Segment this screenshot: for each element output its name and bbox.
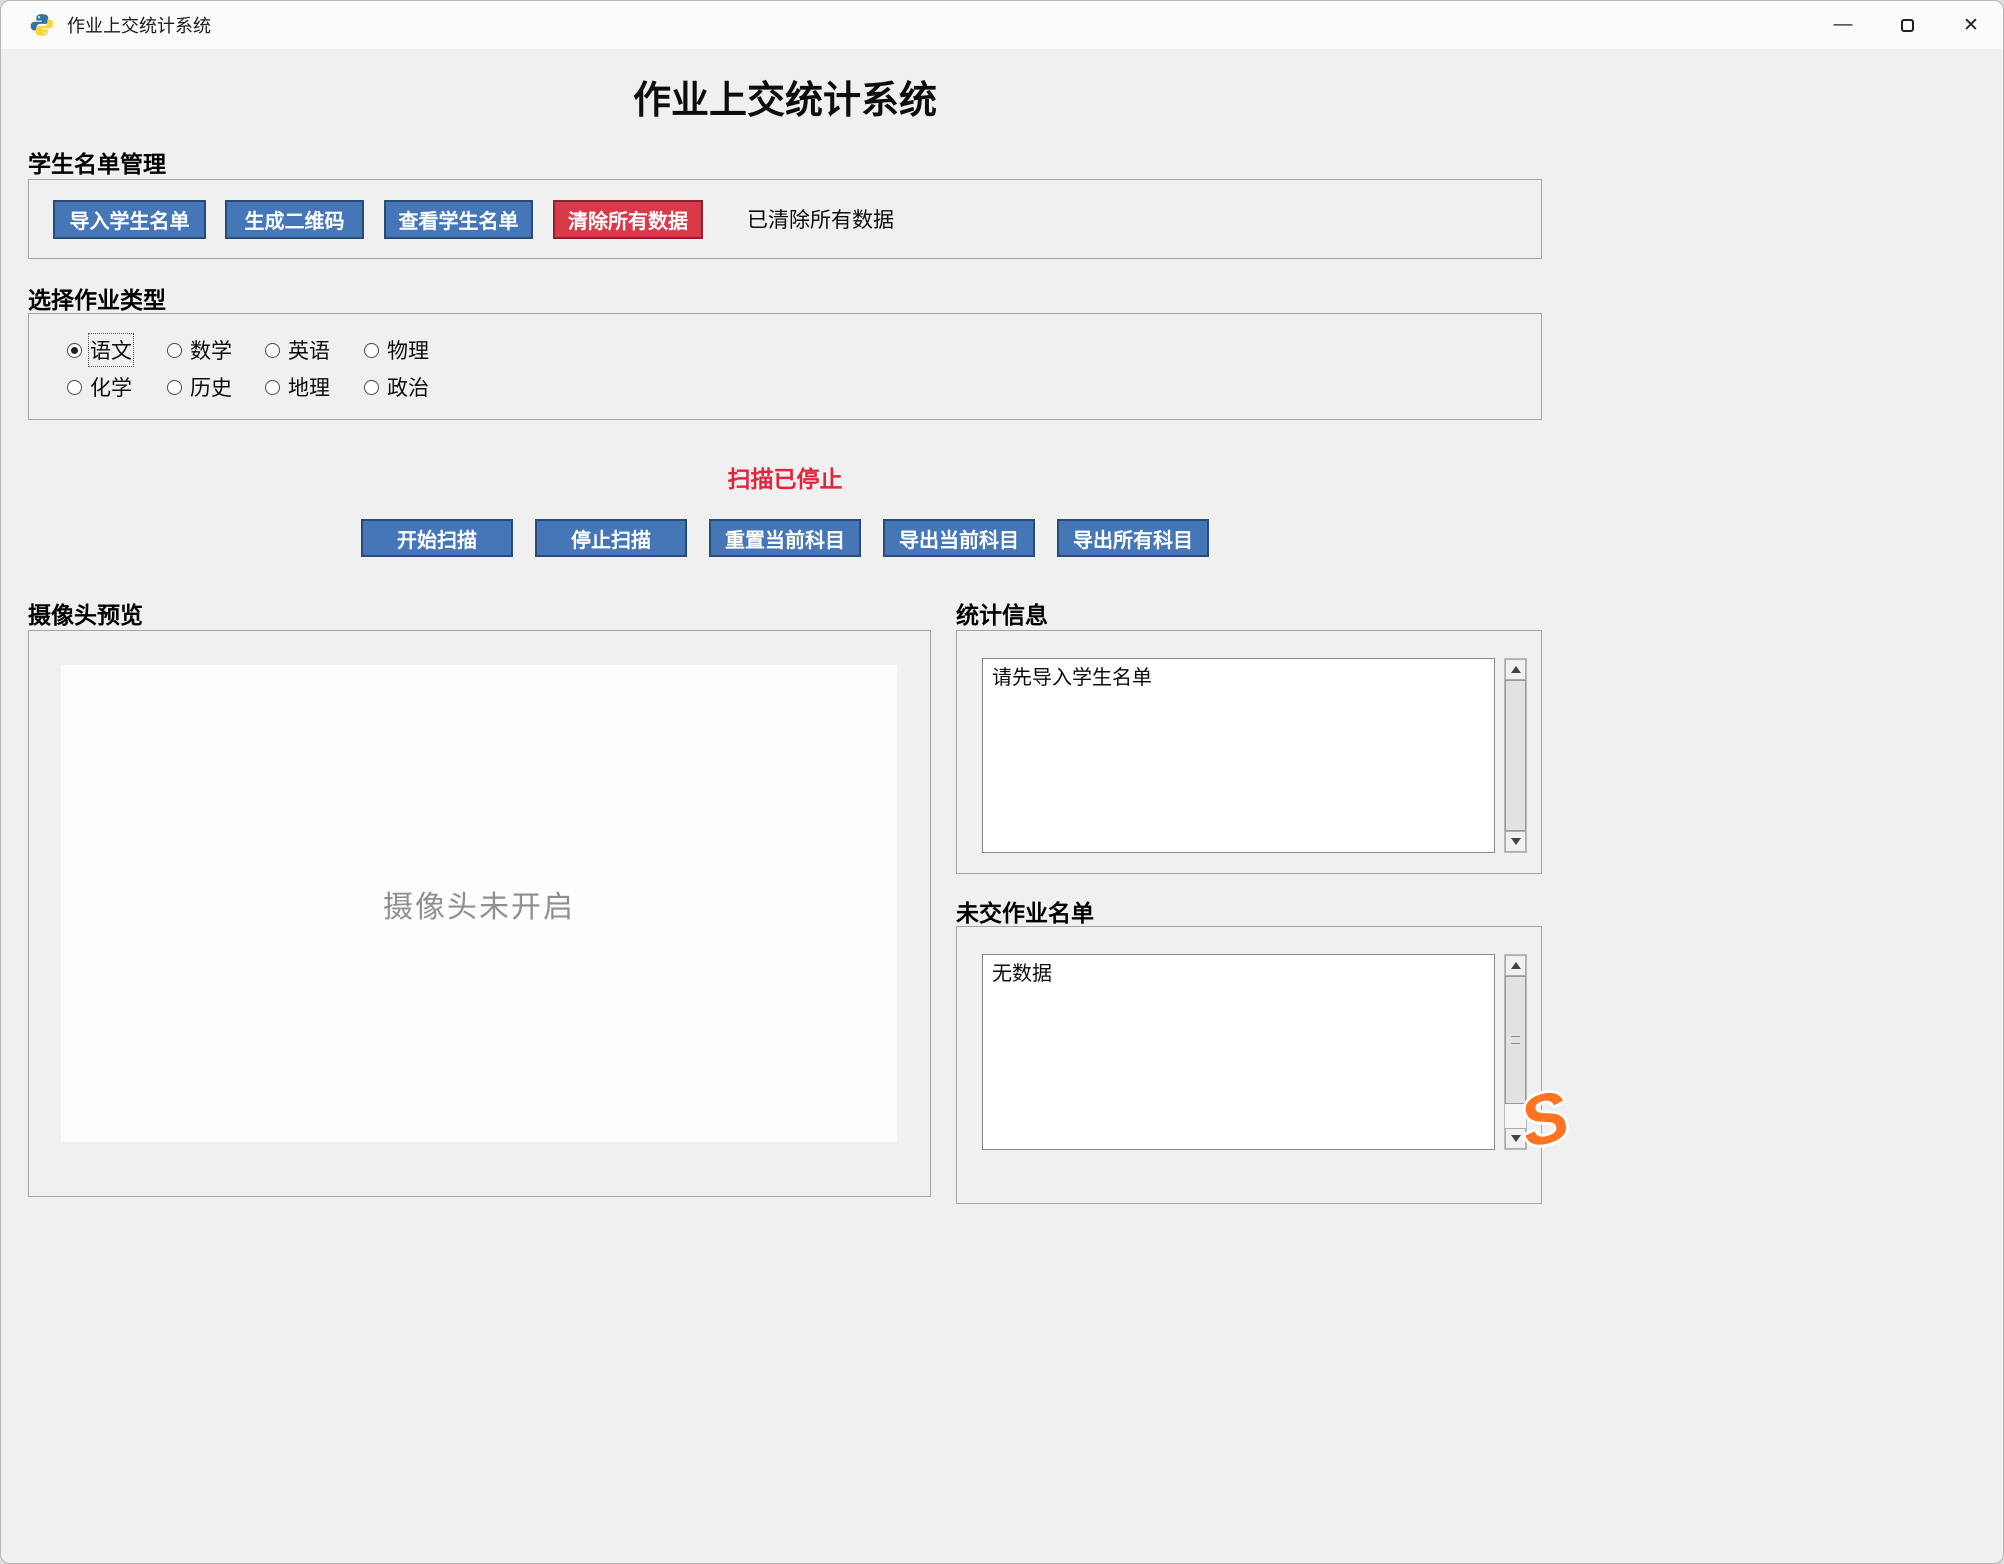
arrow-down-icon bbox=[1511, 838, 1521, 845]
stop-scan-button[interactable]: 停止扫描 bbox=[535, 519, 687, 557]
radio-label: 历史 bbox=[190, 372, 232, 402]
radio-label: 语文 bbox=[90, 335, 132, 365]
maximize-icon bbox=[1901, 19, 1914, 32]
radio-label: 化学 bbox=[90, 372, 132, 402]
radio-label: 英语 bbox=[288, 335, 330, 365]
student-section-status: 已清除所有数据 bbox=[747, 180, 894, 258]
radio-label: 政治 bbox=[387, 372, 429, 402]
titlebar: 作业上交统计系统 — ✕ bbox=[1, 1, 2003, 49]
page-title: 作业上交统计系统 bbox=[28, 69, 1542, 124]
arrow-up-icon bbox=[1511, 666, 1521, 673]
radio-circle-icon bbox=[364, 343, 379, 358]
radio-chemistry[interactable]: 化学 bbox=[67, 376, 132, 398]
radio-label: 地理 bbox=[288, 372, 330, 402]
radio-label: 数学 bbox=[190, 335, 232, 365]
app-window: 作业上交统计系统 — ✕ 作业上交统计系统 学生名单管理 导入学生名单 生成二维… bbox=[0, 0, 2004, 1564]
camera-section-box: 摄像头未开启 bbox=[28, 630, 931, 1197]
scroll-up-button[interactable] bbox=[1505, 659, 1526, 680]
type-section-label: 选择作业类型 bbox=[28, 281, 166, 315]
close-icon: ✕ bbox=[1963, 14, 1979, 37]
export-all-button[interactable]: 导出所有科目 bbox=[1057, 519, 1209, 557]
student-section-box: 导入学生名单 生成二维码 查看学生名单 清除所有数据 已清除所有数据 bbox=[28, 179, 1542, 259]
camera-preview: 摄像头未开启 bbox=[61, 665, 897, 1142]
export-subject-button[interactable]: 导出当前科目 bbox=[883, 519, 1035, 557]
camera-section-label: 摄像头预览 bbox=[28, 596, 143, 630]
radio-circle-icon bbox=[167, 343, 182, 358]
radio-circle-icon bbox=[67, 380, 82, 395]
stats-section-label: 统计信息 bbox=[956, 596, 1048, 630]
camera-placeholder-text: 摄像头未开启 bbox=[383, 882, 575, 926]
radio-circle-icon bbox=[167, 380, 182, 395]
radio-label: 物理 bbox=[387, 335, 429, 365]
view-students-button[interactable]: 查看学生名单 bbox=[384, 200, 533, 239]
radio-physics[interactable]: 物理 bbox=[364, 339, 429, 361]
scan-status: 扫描已停止 bbox=[28, 460, 1542, 494]
window-controls: — ✕ bbox=[1811, 1, 2003, 49]
python-icon bbox=[29, 12, 55, 38]
minimize-icon: — bbox=[1834, 14, 1853, 36]
radio-chinese[interactable]: 语文 bbox=[67, 339, 132, 361]
radio-history[interactable]: 历史 bbox=[167, 376, 232, 398]
type-section-box: 语文 数学 英语 物理 化学 历史 地理 政治 bbox=[28, 313, 1542, 420]
missing-section-box: 无数据 bbox=[956, 926, 1542, 1204]
window-title: 作业上交统计系统 bbox=[67, 12, 211, 38]
generate-qrcode-button[interactable]: 生成二维码 bbox=[225, 200, 364, 239]
radio-geography[interactable]: 地理 bbox=[265, 376, 330, 398]
reset-subject-button[interactable]: 重置当前科目 bbox=[709, 519, 861, 557]
scrollbar-track[interactable] bbox=[1505, 680, 1526, 831]
missing-section-label: 未交作业名单 bbox=[956, 894, 1094, 928]
minimize-button[interactable]: — bbox=[1811, 1, 1875, 49]
stats-textbox[interactable]: 请先导入学生名单 bbox=[982, 658, 1495, 853]
scroll-down-button[interactable] bbox=[1505, 831, 1526, 852]
close-button[interactable]: ✕ bbox=[1939, 1, 2003, 49]
arrow-down-icon bbox=[1511, 1135, 1521, 1142]
radio-circle-icon bbox=[67, 343, 82, 358]
stats-section-box: 请先导入学生名单 bbox=[956, 630, 1542, 874]
student-section-label: 学生名单管理 bbox=[28, 145, 166, 179]
stats-scrollbar[interactable] bbox=[1504, 658, 1527, 853]
radio-english[interactable]: 英语 bbox=[265, 339, 330, 361]
radio-circle-icon bbox=[364, 380, 379, 395]
radio-circle-icon bbox=[265, 343, 280, 358]
maximize-button[interactable] bbox=[1875, 1, 1939, 49]
arrow-up-icon bbox=[1511, 962, 1521, 969]
scroll-up-button[interactable] bbox=[1505, 955, 1526, 976]
start-scan-button[interactable]: 开始扫描 bbox=[361, 519, 513, 557]
import-students-button[interactable]: 导入学生名单 bbox=[53, 200, 206, 239]
radio-politics[interactable]: 政治 bbox=[364, 376, 429, 398]
radio-math[interactable]: 数学 bbox=[167, 339, 232, 361]
radio-circle-icon bbox=[265, 380, 280, 395]
clear-data-button[interactable]: 清除所有数据 bbox=[553, 200, 703, 239]
scan-controls: 开始扫描 停止扫描 重置当前科目 导出当前科目 导出所有科目 bbox=[28, 519, 1542, 557]
scrollbar-thumb[interactable] bbox=[1505, 680, 1526, 831]
scrollbar-grip-icon bbox=[1511, 1036, 1520, 1044]
missing-textbox[interactable]: 无数据 bbox=[982, 954, 1495, 1150]
